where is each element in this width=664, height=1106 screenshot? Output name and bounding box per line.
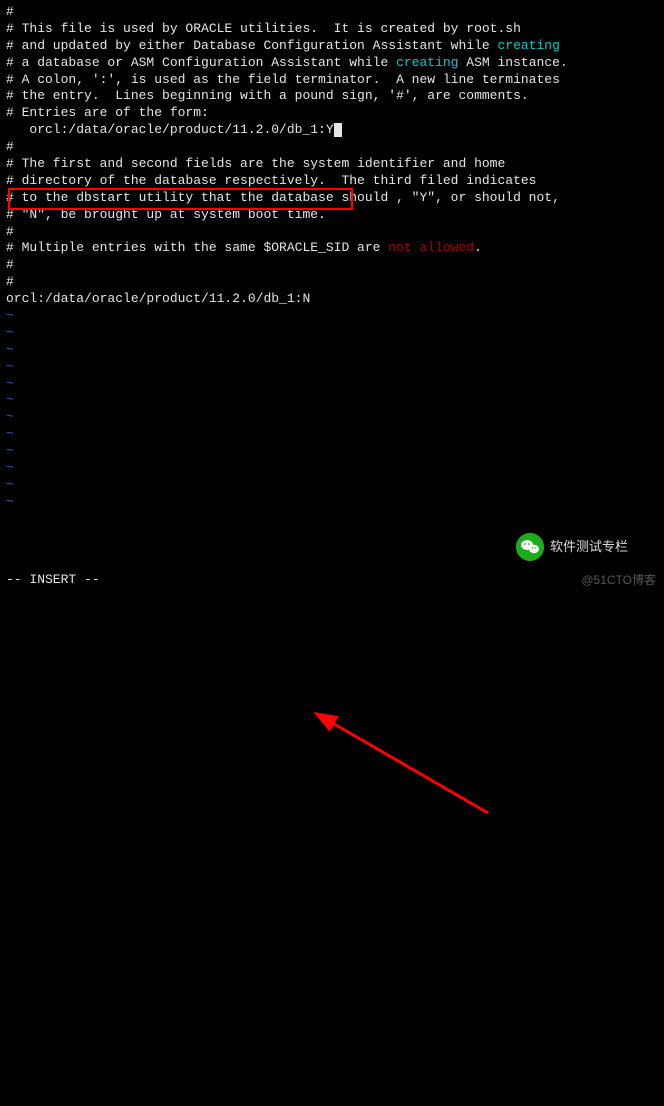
editor-line[interactable]: # and updated by either Database Configu… <box>6 38 658 55</box>
editor-line[interactable]: orcl:/data/oracle/product/11.2.0/db_1:N <box>6 291 658 308</box>
wechat-badge: 软件测试专栏 <box>516 533 628 561</box>
editor-line[interactable]: # Entries are of the form: <box>6 105 658 122</box>
text-segment: # Multiple entries with the same $ORACLE… <box>6 240 388 255</box>
editor-line[interactable]: # <box>6 257 658 274</box>
editor-line[interactable]: # the entry. Lines beginning with a poun… <box>6 88 658 105</box>
vim-empty-line: ~ <box>6 443 658 460</box>
text-segment: ASM instance. <box>459 55 568 70</box>
text-segment: # and updated by either Database Configu… <box>6 38 497 53</box>
vim-empty-line: ~ <box>6 342 658 359</box>
badge-text: 软件测试专栏 <box>550 539 628 556</box>
text-cursor <box>334 123 342 137</box>
text-segment: # "N", be brought up at system boot time… <box>6 207 326 222</box>
editor-line[interactable]: # A colon, ':', is used as the field ter… <box>6 72 658 89</box>
vim-empty-line: ~ <box>6 392 658 409</box>
editor-line[interactable]: # <box>6 139 658 156</box>
vim-empty-line: ~ <box>6 325 658 342</box>
vim-empty-line: ~ <box>6 460 658 477</box>
text-segment: orcl:/data/oracle/product/11.2.0/db_1:Y <box>6 122 334 137</box>
vim-mode-status: -- INSERT -- <box>6 572 100 589</box>
text-segment: # <box>6 224 14 239</box>
wechat-icon <box>516 533 544 561</box>
editor-line[interactable]: # a database or ASM Configuration Assist… <box>6 55 658 72</box>
watermark-text: @51CTO博客 <box>581 573 656 589</box>
editor-line[interactable]: # <box>6 274 658 291</box>
arrow-annotation <box>6 511 664 1106</box>
text-segment: not <box>388 240 411 255</box>
text-segment: # Entries are of the form: <box>6 105 209 120</box>
text-segment: orcl:/data/oracle/product/11.2.0/db_1:N <box>6 291 310 306</box>
text-segment: # to the dbstart utility that the databa… <box>6 190 560 205</box>
editor-line[interactable]: # directory of the database respectively… <box>6 173 658 190</box>
vim-empty-line: ~ <box>6 409 658 426</box>
vim-empty-line: ~ <box>6 494 658 511</box>
vim-empty-line: ~ <box>6 426 658 443</box>
text-segment: # directory of the database respectively… <box>6 173 537 188</box>
text-segment: allowed <box>419 240 474 255</box>
editor-line[interactable]: # Multiple entries with the same $ORACLE… <box>6 240 658 257</box>
text-segment: # <box>6 274 14 289</box>
text-segment: creating <box>396 55 458 70</box>
editor-line[interactable]: orcl:/data/oracle/product/11.2.0/db_1:Y <box>6 122 658 139</box>
editor-line[interactable]: # <box>6 4 658 21</box>
terminal-editor[interactable]: # # This file is used by ORACLE utilities… <box>6 4 658 511</box>
text-segment: # <box>6 257 14 272</box>
text-segment: # a database or ASM Configuration Assist… <box>6 55 396 70</box>
text-segment: # <box>6 139 14 154</box>
editor-line[interactable]: # The first and second fields are the sy… <box>6 156 658 173</box>
text-segment: . <box>474 240 482 255</box>
vim-empty-line: ~ <box>6 477 658 494</box>
vim-empty-line: ~ <box>6 359 658 376</box>
editor-line[interactable]: # "N", be brought up at system boot time… <box>6 207 658 224</box>
text-segment: # The first and second fields are the sy… <box>6 156 505 171</box>
editor-line[interactable]: # to the dbstart utility that the databa… <box>6 190 658 207</box>
text-segment: # This file is used by ORACLE utilities.… <box>6 21 521 36</box>
text-segment: # the entry. Lines beginning with a poun… <box>6 88 529 103</box>
vim-empty-line: ~ <box>6 308 658 325</box>
editor-line[interactable]: # <box>6 224 658 241</box>
vim-empty-line: ~ <box>6 376 658 393</box>
text-segment: # A colon, ':', is used as the field ter… <box>6 72 560 87</box>
text-segment: creating <box>497 38 559 53</box>
editor-line[interactable]: # This file is used by ORACLE utilities.… <box>6 21 658 38</box>
text-segment: # <box>6 4 14 19</box>
